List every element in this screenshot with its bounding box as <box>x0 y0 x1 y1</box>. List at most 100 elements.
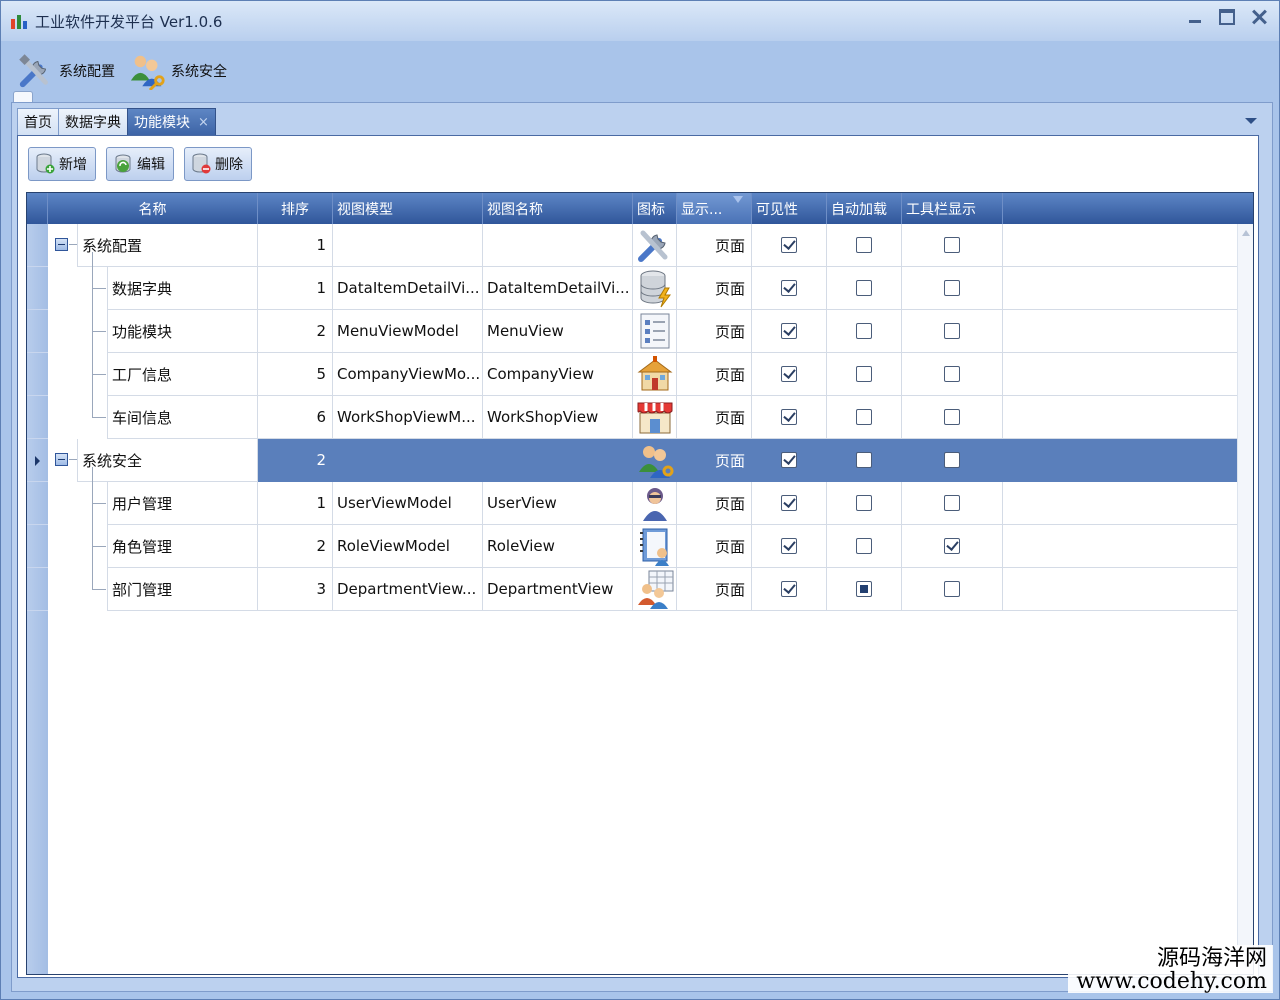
row-view-model <box>333 439 483 482</box>
minimize-icon[interactable] <box>1187 9 1203 25</box>
row-indicator[interactable] <box>27 396 48 439</box>
tab-function-module[interactable]: 功能模块 × <box>127 108 216 135</box>
toolbar-show-checkbox[interactable] <box>944 409 960 425</box>
toolbar-show-checkbox[interactable] <box>944 538 960 554</box>
auto-load-checkbox[interactable] <box>856 280 872 296</box>
visible-checkbox[interactable] <box>781 323 797 339</box>
toolbar-show-checkbox[interactable] <box>944 323 960 339</box>
row-filler <box>1003 353 1237 396</box>
visible-checkbox[interactable] <box>781 452 797 468</box>
header-display[interactable]: 显示... <box>677 193 752 224</box>
toolbar-show-checkbox[interactable] <box>944 495 960 511</box>
collapse-icon[interactable] <box>55 238 68 251</box>
auto-load-checkbox[interactable] <box>856 237 872 253</box>
auto-load-checkbox[interactable] <box>856 495 872 511</box>
row-name: 系统配置 <box>77 224 258 267</box>
auto-load-cell <box>827 224 902 267</box>
visible-cell <box>752 353 827 396</box>
row-order: 2 <box>258 310 333 353</box>
toolbar-show-cell <box>902 396 1003 439</box>
toolbar-show-cell <box>902 353 1003 396</box>
header-view-model[interactable]: 视图模型 <box>333 193 483 224</box>
table-row[interactable]: 数据字典 1 DataItemDetailVi... DataItemDetailVi… <box>27 267 1237 310</box>
table-row[interactable]: 部门管理 3 DepartmentView... DepartmentView 页面 <box>27 568 1237 611</box>
tab-close-icon[interactable]: × <box>198 115 209 130</box>
tab-home[interactable]: 首页 <box>17 108 59 135</box>
tree-cell: 工厂信息 <box>48 353 258 396</box>
add-button[interactable]: 新增 <box>28 147 96 181</box>
header-toolbar-show[interactable]: 工具栏显示 <box>902 193 1003 224</box>
row-indicator[interactable] <box>27 310 48 353</box>
visible-cell <box>752 396 827 439</box>
toolbar-show-checkbox[interactable] <box>944 452 960 468</box>
user-icon <box>642 488 667 521</box>
table-row[interactable]: 系统配置 1 页面 <box>27 224 1237 267</box>
auto-load-checkbox[interactable] <box>856 323 872 339</box>
auto-load-checkbox[interactable] <box>856 452 872 468</box>
visible-checkbox[interactable] <box>781 237 797 253</box>
visible-checkbox[interactable] <box>781 409 797 425</box>
row-order: 6 <box>258 396 333 439</box>
row-name: 用户管理 <box>107 482 258 525</box>
table-row[interactable]: 功能模块 2 MenuViewModel MenuView 页面 <box>27 310 1237 353</box>
row-display: 页面 <box>677 568 752 611</box>
filter-icon[interactable] <box>733 196 743 203</box>
grid-body: 系统配置 1 页面 数据字典 1 DataItemDetailVi... DataItemD… <box>27 224 1237 611</box>
header-order[interactable]: 排序 <box>258 193 333 224</box>
header-auto-load[interactable]: 自动加载 <box>827 193 902 224</box>
delete-button-label: 删除 <box>215 157 243 173</box>
table-row[interactable]: 系统安全 2 页面 <box>27 439 1237 482</box>
collapse-icon[interactable] <box>55 453 68 466</box>
row-filler <box>1003 525 1237 568</box>
tab-list-dropdown-icon[interactable] <box>1245 118 1257 124</box>
scroll-up-icon[interactable] <box>1242 230 1250 236</box>
vertical-scrollbar[interactable] <box>1237 224 1253 974</box>
row-view-model: WorkShopViewM... <box>333 396 483 439</box>
visible-checkbox[interactable] <box>781 280 797 296</box>
table-row[interactable]: 工厂信息 5 CompanyViewMo... CompanyView 页面 <box>27 353 1237 396</box>
close-icon[interactable] <box>1251 9 1267 25</box>
auto-load-cell <box>827 267 902 310</box>
header-view-name[interactable]: 视图名称 <box>483 193 633 224</box>
tree-connector <box>92 252 93 267</box>
toolbar-show-checkbox[interactable] <box>944 237 960 253</box>
row-indicator[interactable] <box>27 353 48 396</box>
header-visible[interactable]: 可见性 <box>752 193 827 224</box>
row-indicator[interactable] <box>27 267 48 310</box>
auto-load-checkbox[interactable] <box>856 409 872 425</box>
row-indicator[interactable] <box>27 525 48 568</box>
row-indicator[interactable] <box>27 224 48 267</box>
toolbar-show-checkbox[interactable] <box>944 366 960 382</box>
auto-load-checkbox[interactable] <box>856 366 872 382</box>
delete-button[interactable]: 删除 <box>184 147 252 181</box>
table-row[interactable]: 角色管理 2 RoleViewModel RoleView 页面 <box>27 525 1237 568</box>
ribbon-system-security-button[interactable]: 系统安全 <box>129 52 227 90</box>
header-name[interactable]: 名称 <box>48 193 258 224</box>
header-icon[interactable]: 图标 <box>633 193 677 224</box>
toolbar-show-checkbox[interactable] <box>944 581 960 597</box>
visible-checkbox[interactable] <box>781 366 797 382</box>
toolbar-show-checkbox[interactable] <box>944 280 960 296</box>
visible-checkbox[interactable] <box>781 581 797 597</box>
auto-load-checkbox[interactable] <box>856 538 872 554</box>
edit-button[interactable]: 编辑 <box>106 147 174 181</box>
tree-connector <box>92 417 106 418</box>
tab-data-dictionary[interactable]: 数据字典 <box>58 108 128 135</box>
maximize-icon[interactable] <box>1219 9 1235 25</box>
visible-checkbox[interactable] <box>781 495 797 511</box>
auto-load-checkbox[interactable] <box>856 581 872 597</box>
visible-cell <box>752 568 827 611</box>
row-indicator[interactable] <box>27 482 48 525</box>
row-indicator[interactable] <box>27 568 48 611</box>
toolbar-show-cell <box>902 267 1003 310</box>
row-display: 页面 <box>677 310 752 353</box>
table-row[interactable]: 车间信息 6 WorkShopViewM... WorkShopView 页面 <box>27 396 1237 439</box>
table-row[interactable]: 用户管理 1 UserViewModel UserView 页面 <box>27 482 1237 525</box>
visible-checkbox[interactable] <box>781 538 797 554</box>
ribbon-bar: 系统配置 系统安全 <box>11 41 1273 101</box>
ribbon-system-config-button[interactable]: 系统配置 <box>17 52 115 90</box>
row-icon-cell <box>633 396 677 439</box>
row-indicator[interactable] <box>27 439 48 482</box>
row-icon-cell <box>633 224 677 267</box>
header-indicator <box>27 193 48 224</box>
